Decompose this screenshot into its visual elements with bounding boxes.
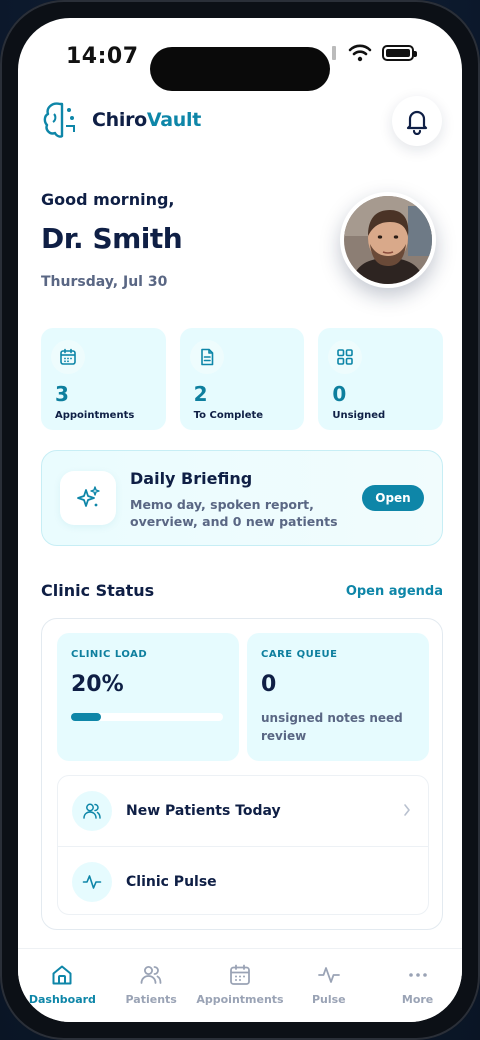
home-icon bbox=[52, 965, 72, 985]
tab-bar: Dashboard Patients Appointments Pulse Mo… bbox=[18, 948, 462, 1022]
chevron-right-icon bbox=[404, 804, 410, 816]
app-logo: ChiroVault bbox=[42, 100, 201, 140]
tab-label: Patients bbox=[125, 993, 177, 1006]
grid-icon bbox=[337, 349, 354, 365]
tab-pulse[interactable]: Pulse bbox=[285, 949, 373, 1022]
screen: 14:07 ChiroVault Good morning, Dr. Smith… bbox=[18, 18, 462, 1022]
battery-icon bbox=[382, 45, 417, 61]
tab-appointments[interactable]: Appointments bbox=[196, 949, 284, 1022]
brain-logo-icon bbox=[43, 102, 75, 138]
bell-icon bbox=[406, 110, 428, 135]
tab-label: Pulse bbox=[311, 993, 346, 1006]
wifi-icon bbox=[348, 44, 372, 62]
section-title: Clinic Status bbox=[41, 581, 155, 600]
care-queue-value: 0 bbox=[261, 672, 277, 697]
tab-label: Appointments bbox=[196, 993, 284, 1006]
tab-label: More bbox=[401, 993, 434, 1006]
stat-value: 2 bbox=[193, 382, 208, 406]
briefing-description: Memo day, spoken report, overview, and 0… bbox=[130, 497, 338, 529]
tab-more[interactable]: More bbox=[374, 949, 462, 1022]
status-time: 14:07 bbox=[66, 44, 139, 69]
care-queue-description: unsigned notes need review bbox=[261, 711, 403, 743]
calendar-icon bbox=[230, 964, 250, 985]
stat-label: Appointments bbox=[55, 410, 135, 421]
tab-patients[interactable]: Patients bbox=[107, 949, 195, 1022]
stat-card-to-complete[interactable]: 2 To Complete bbox=[179, 328, 305, 430]
clinic-status-list: New Patients Today Clinic Pulse bbox=[57, 775, 429, 915]
list-item-new-patients[interactable]: New Patients Today bbox=[58, 776, 428, 846]
open-agenda-link[interactable]: Open agenda bbox=[346, 584, 443, 599]
briefing-icon-wrap bbox=[60, 471, 116, 525]
user-name: Dr. Smith bbox=[41, 222, 183, 255]
stats-row: 3 Appointments 2 To Complete 0 Unsigned bbox=[41, 328, 444, 430]
open-briefing-button[interactable]: Open bbox=[362, 485, 424, 511]
stat-icon-wrap bbox=[51, 340, 85, 374]
app-name-part2: Vault bbox=[146, 109, 202, 131]
document-icon bbox=[200, 348, 213, 366]
clinic-load-tile: CLINIC LOAD 20% bbox=[57, 633, 239, 761]
stat-value: 3 bbox=[55, 382, 69, 406]
care-queue-tile: CARE QUEUE 0 unsigned notes need review bbox=[247, 633, 429, 761]
pulse-icon bbox=[317, 967, 340, 983]
list-icon-wrap bbox=[72, 861, 112, 902]
stat-value: 0 bbox=[332, 382, 347, 406]
tab-dashboard[interactable]: Dashboard bbox=[18, 949, 106, 1022]
pulse-icon bbox=[82, 874, 102, 889]
sparkles-icon bbox=[77, 486, 100, 507]
avatar[interactable] bbox=[340, 192, 436, 288]
dynamic-island bbox=[150, 47, 330, 91]
stat-icon-wrap bbox=[328, 340, 363, 374]
greeting: Good morning, bbox=[41, 190, 175, 209]
stat-icon-wrap bbox=[189, 340, 224, 374]
stat-card-appointments[interactable]: 3 Appointments bbox=[41, 328, 166, 430]
daily-briefing-card[interactable]: Daily Briefing Memo day, spoken report, … bbox=[41, 450, 443, 546]
more-icon bbox=[408, 973, 427, 977]
list-icon-wrap bbox=[72, 791, 112, 831]
tab-label: Dashboard bbox=[28, 993, 96, 1006]
list-item-label: Clinic Pulse bbox=[126, 873, 217, 890]
list-item-clinic-pulse[interactable]: Clinic Pulse bbox=[58, 846, 428, 914]
signal-icon bbox=[332, 46, 336, 60]
users-icon bbox=[83, 803, 101, 819]
clinic-status-card: CLINIC LOAD 20% CARE QUEUE 0 unsigned no… bbox=[41, 618, 443, 930]
clinic-load-progress-fill bbox=[71, 713, 102, 721]
current-date: Thursday, Jul 30 bbox=[41, 274, 168, 290]
clinic-load-value: 20% bbox=[71, 672, 124, 697]
notifications-button[interactable] bbox=[392, 96, 442, 146]
care-queue-label: CARE QUEUE bbox=[261, 649, 338, 660]
stat-label: To Complete bbox=[193, 410, 264, 421]
app-name: ChiroVault bbox=[92, 109, 201, 131]
app-name-part1: Chiro bbox=[92, 109, 147, 131]
stat-card-unsigned[interactable]: 0 Unsigned bbox=[318, 328, 444, 430]
calendar-icon bbox=[60, 348, 76, 365]
clinic-load-progress bbox=[71, 713, 223, 721]
list-item-label: New Patients Today bbox=[126, 803, 281, 819]
briefing-title: Daily Briefing bbox=[130, 469, 253, 488]
avatar-photo bbox=[344, 196, 432, 284]
users-icon bbox=[140, 966, 162, 984]
stat-label: Unsigned bbox=[332, 410, 386, 421]
phone-frame: 14:07 ChiroVault Good morning, Dr. Smith… bbox=[0, 0, 480, 1040]
clinic-load-label: CLINIC LOAD bbox=[71, 649, 148, 660]
status-icons bbox=[324, 44, 417, 62]
